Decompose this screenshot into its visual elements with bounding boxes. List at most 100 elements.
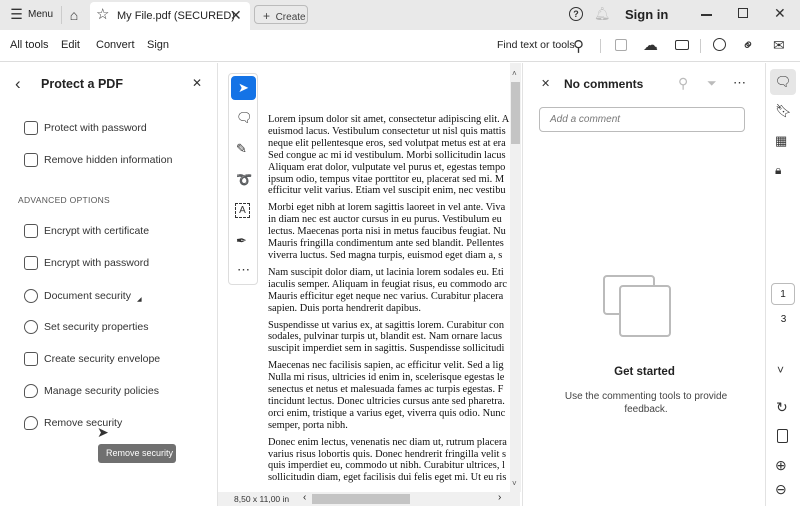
search-comments-icon[interactable]: ⚲ — [678, 75, 688, 92]
horizontal-scrollbar[interactable]: 8,50 x 11,00 in ‹ › — [218, 492, 520, 506]
encrypt-with-certificate[interactable]: Encrypt with certificate — [24, 224, 149, 238]
upload-cloud-icon[interactable]: ☁ — [643, 36, 658, 54]
vertical-scrollbar[interactable]: ˄ ˅ — [510, 63, 521, 492]
item-label: Remove security — [44, 417, 123, 429]
save-icon[interactable] — [615, 39, 627, 51]
minimize-icon[interactable] — [701, 14, 712, 16]
scroll-up-icon[interactable]: ˄ — [512, 69, 517, 78]
pdf-text-line: suscipit imperdiet sem in sagittis. Susp… — [268, 343, 505, 355]
rotate-icon[interactable]: ↻ — [776, 399, 788, 416]
scroll-thumb[interactable] — [511, 82, 520, 144]
find-text-button[interactable]: Find text or tools — [497, 39, 575, 51]
print-icon[interactable] — [675, 40, 689, 50]
tab-my-file[interactable]: ☆ My File.pdf (SECURED) ✕ — [90, 2, 250, 30]
item-label: Set security properties — [44, 321, 149, 333]
manage-security-policies[interactable]: Manage security policies — [24, 384, 159, 398]
create-label: Create — [275, 12, 306, 23]
get-started-hint: Use the commenting tools to provide feed… — [564, 391, 728, 415]
pdf-text-line: tincidunt lectus. Donec ultricies cursus… — [268, 395, 505, 407]
sign-in-button[interactable]: Sign in — [625, 7, 668, 22]
zoom-out-icon[interactable]: ⊖ — [775, 481, 787, 498]
add-comment-input[interactable]: Add a comment — [539, 107, 745, 132]
star-icon[interactable]: ☆ — [96, 5, 109, 23]
filter-icon[interactable]: ⏷ — [707, 76, 717, 91]
tab-title: My File.pdf (SECURED) — [117, 10, 235, 22]
document-security[interactable]: Document security ◢ — [24, 288, 142, 303]
fill-sign-icon[interactable]: ✒ — [236, 233, 247, 249]
maximize-icon[interactable] — [738, 8, 748, 18]
pdf-text-line: sollicitudin diam, eget facilisis dui fe… — [268, 472, 507, 484]
title-bar: ☰ Menu ⌂ ☆ My File.pdf (SECURED) ✕ + Cre… — [0, 0, 800, 30]
scroll-thumb[interactable] — [312, 494, 410, 504]
close-tab-icon[interactable]: ✕ — [230, 7, 242, 24]
pdf-text-line: Maecenas nec facilisis sapien, ac effici… — [268, 360, 504, 372]
menu-all-tools[interactable]: All tools — [10, 39, 49, 51]
thumbnails-icon[interactable]: ▦ — [775, 133, 787, 149]
back-arrow-icon[interactable]: ‹ — [15, 74, 21, 94]
item-label: Protect with password — [44, 122, 147, 134]
pdf-page[interactable]: Lorem ipsum dolor sit amet, consectetur … — [258, 63, 510, 492]
pdf-paragraph: Donec enim lectus, venenatis nec diam ut… — [268, 437, 510, 485]
more-tools-icon[interactable]: ⋯ — [237, 262, 250, 278]
page-size: 8,50 x 11,00 in — [234, 494, 290, 504]
pdf-text-line: senectus et netus et malesuada fames ac … — [268, 384, 504, 396]
zoom-in-icon[interactable]: ⊕ — [775, 457, 787, 474]
menu-sign[interactable]: Sign — [147, 39, 169, 51]
scroll-down-icon[interactable]: ˅ — [512, 479, 517, 488]
document-lock-icon — [24, 256, 38, 270]
set-security-properties[interactable]: Set security properties — [24, 320, 148, 334]
pdf-text-line: euismod lacus. Vestibulum consectetur ut… — [268, 125, 506, 137]
pdf-text-line: iaculis semper. Aliquam in feugiat risus… — [268, 278, 507, 290]
menu-button[interactable]: Menu — [28, 9, 53, 20]
pdf-text-line: Donec enim lectus, venenatis nec diam ut… — [268, 436, 507, 448]
scroll-right-icon[interactable]: › — [498, 492, 501, 503]
bell-icon[interactable]: 🔔︎ — [594, 6, 611, 22]
scroll-left-icon[interactable]: ‹ — [303, 492, 306, 503]
add-text-icon[interactable]: A — [235, 203, 250, 218]
help-icon[interactable]: ? — [569, 7, 583, 21]
lock-icon — [24, 121, 38, 135]
page-number-input[interactable]: 1 — [771, 283, 795, 305]
page-fit-icon[interactable] — [777, 429, 788, 443]
hamburger-icon[interactable]: ☰ — [10, 6, 23, 22]
plus-icon: + — [263, 9, 271, 23]
draw-freehand-icon[interactable]: ➰ — [236, 172, 252, 188]
close-panel-icon[interactable]: ✕ — [192, 76, 202, 90]
add-comment-icon[interactable]: 🗨︎ — [236, 110, 253, 126]
right-rail: 🗨︎ 🔖︎ ▦ 🔒︎ 1 3 ˅ ↻ ⊕ ⊖ — [765, 63, 800, 506]
close-comments-icon[interactable]: ✕ — [541, 77, 550, 90]
comments-icon[interactable]: 🗨︎ — [770, 69, 796, 95]
pdf-text-line: Nam suscipit dolor diam, ut lacinia lore… — [268, 266, 504, 278]
item-label: Manage security policies — [44, 385, 159, 397]
pdf-text-line: Sed congue ac mi id vestibulum. Morbi so… — [268, 149, 506, 161]
pdf-text-line: Suspendisse ut varius ex, at sagittis lo… — [268, 319, 505, 331]
lock-icon[interactable]: 🔒︎ — [775, 163, 781, 178]
chevron-down-icon[interactable]: ˅ — [777, 363, 784, 377]
link-icon[interactable]: ⚭ — [737, 34, 759, 56]
menu-edit[interactable]: Edit — [61, 39, 80, 51]
more-options-icon[interactable]: ⋯ — [733, 75, 746, 91]
home-icon[interactable]: ⌂ — [65, 6, 83, 24]
divider — [600, 39, 601, 53]
encrypt-with-password[interactable]: Encrypt with password — [24, 256, 149, 270]
close-window-icon[interactable]: ✕ — [774, 5, 786, 22]
protect-with-password[interactable]: Protect with password — [24, 121, 147, 135]
menu-convert[interactable]: Convert — [96, 39, 135, 51]
item-label: Remove hidden information — [44, 154, 173, 166]
divider — [700, 39, 701, 53]
pdf-text-line: in diam nec est auctor cursus in eu puru… — [268, 214, 502, 226]
create-security-envelope[interactable]: Create security envelope — [24, 352, 160, 366]
email-icon[interactable]: ✉ — [773, 37, 785, 54]
create-button[interactable]: + Create — [254, 5, 308, 24]
bookmark-icon[interactable]: 🔖︎ — [775, 103, 792, 119]
tooltip: Remove security — [98, 444, 176, 463]
section-heading: ADVANCED OPTIONS — [18, 195, 111, 205]
pdf-text-line: Nulla mi risus, ultricies id enim in, sc… — [268, 372, 505, 384]
select-tool-icon[interactable]: ➤ — [231, 76, 256, 100]
pdf-text-line: quis imperdiet eu, commodo ut nibh. Cura… — [268, 460, 505, 472]
search-icon[interactable]: ⚲ — [573, 37, 584, 55]
highlight-pen-icon[interactable]: ✎ — [236, 141, 247, 157]
share-user-icon[interactable] — [713, 38, 726, 51]
pdf-paragraph: Suspendisse ut varius ex, at sagittis lo… — [268, 320, 510, 356]
remove-hidden-information[interactable]: Remove hidden information — [24, 153, 172, 167]
